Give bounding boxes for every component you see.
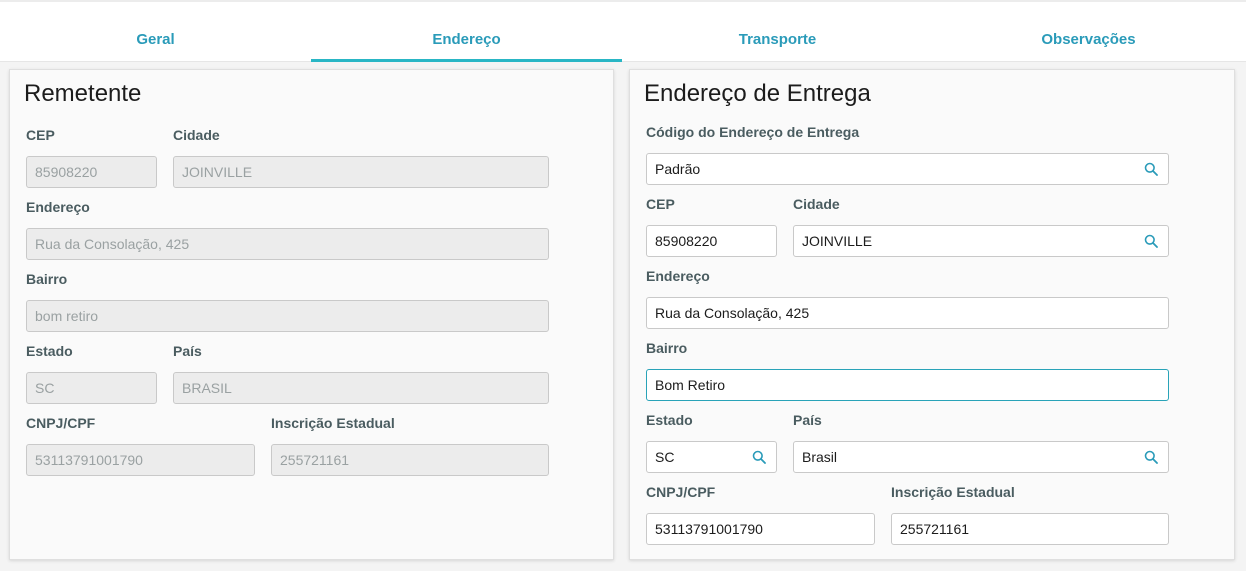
cep-label: CEP: [26, 127, 55, 143]
cnpj-label: CNPJ/CPF: [26, 415, 96, 431]
field-value: JOINVILLE: [802, 233, 873, 249]
remetente-cidade-field[interactable]: JOINVILLE: [173, 156, 549, 188]
entrega-bairro-field[interactable]: Bom Retiro: [646, 369, 1169, 401]
entrega-estado-field[interactable]: SC: [646, 441, 777, 473]
field-value: 255721161: [280, 452, 350, 468]
inscricao-label: Inscrição Estadual: [271, 415, 395, 431]
remetente-panel: Remetente CEP Cidade 85908220 JOINVILLE …: [9, 69, 614, 560]
tab-bar: Geral Endereço Transporte Observações: [0, 2, 1246, 62]
pais-label: País: [173, 343, 202, 359]
bairro-label: Bairro: [26, 271, 68, 287]
remetente-title: Remetente: [24, 80, 142, 107]
field-value: 53113791001790: [655, 521, 763, 537]
remetente-cep-field[interactable]: 85908220: [26, 156, 157, 188]
field-value: BRASIL: [182, 380, 232, 396]
endereco-label: Endereço: [26, 199, 90, 215]
pais-label: País: [793, 412, 822, 428]
field-value: 53113791001790: [35, 452, 143, 468]
search-icon[interactable]: [752, 450, 766, 464]
entrega-cnpj-field[interactable]: 53113791001790: [646, 513, 875, 545]
tab-endereco[interactable]: Endereço: [311, 2, 622, 62]
field-value: SC: [655, 449, 675, 465]
tab-geral[interactable]: Geral: [0, 2, 311, 62]
field-value: Rua da Consolação, 425: [655, 305, 810, 321]
field-value: 85908220: [655, 233, 718, 249]
estado-label: Estado: [26, 343, 73, 359]
inscricao-label: Inscrição Estadual: [891, 484, 1015, 500]
entrega-title: Endereço de Entrega: [644, 80, 871, 107]
search-icon[interactable]: [1144, 162, 1158, 176]
field-value: 255721161: [900, 521, 970, 537]
remetente-cnpj-field[interactable]: 53113791001790: [26, 444, 255, 476]
search-icon[interactable]: [1144, 234, 1158, 248]
field-value: Padrão: [655, 161, 701, 177]
field-value: Brasil: [802, 449, 838, 465]
remetente-pais-field[interactable]: BRASIL: [173, 372, 549, 404]
field-value: 85908220: [35, 164, 98, 180]
entrega-codigo-field[interactable]: Padrão: [646, 153, 1169, 185]
remetente-estado-field[interactable]: SC: [26, 372, 157, 404]
search-icon[interactable]: [1144, 450, 1158, 464]
cidade-label: Cidade: [793, 196, 840, 212]
entrega-inscricao-field[interactable]: 255721161: [891, 513, 1169, 545]
remetente-bairro-field[interactable]: bom retiro: [26, 300, 549, 332]
entrega-endereco-field[interactable]: Rua da Consolação, 425: [646, 297, 1169, 329]
remetente-inscricao-field[interactable]: 255721161: [271, 444, 549, 476]
codigo-label: Código do Endereço de Entrega: [646, 124, 860, 140]
endereco-label: Endereço: [646, 268, 710, 284]
entrega-cep-field[interactable]: 85908220: [646, 225, 777, 257]
bairro-label: Bairro: [646, 340, 688, 356]
cnpj-label: CNPJ/CPF: [646, 484, 716, 500]
field-value: JOINVILLE: [182, 164, 253, 180]
field-value: bom retiro: [35, 308, 99, 324]
entrega-panel: Endereço de Entrega Código do Endereço d…: [629, 69, 1235, 560]
cep-label: CEP: [646, 196, 675, 212]
cidade-label: Cidade: [173, 127, 220, 143]
remetente-endereco-field[interactable]: Rua da Consolação, 425: [26, 228, 549, 260]
tab-observacoes[interactable]: Observações: [933, 2, 1244, 62]
entrega-cidade-field[interactable]: JOINVILLE: [793, 225, 1169, 257]
estado-label: Estado: [646, 412, 693, 428]
entrega-pais-field[interactable]: Brasil: [793, 441, 1169, 473]
field-value: Rua da Consolação, 425: [35, 236, 190, 252]
field-value: Bom Retiro: [655, 377, 726, 393]
tab-transporte[interactable]: Transporte: [622, 2, 933, 62]
field-value: SC: [35, 380, 55, 396]
